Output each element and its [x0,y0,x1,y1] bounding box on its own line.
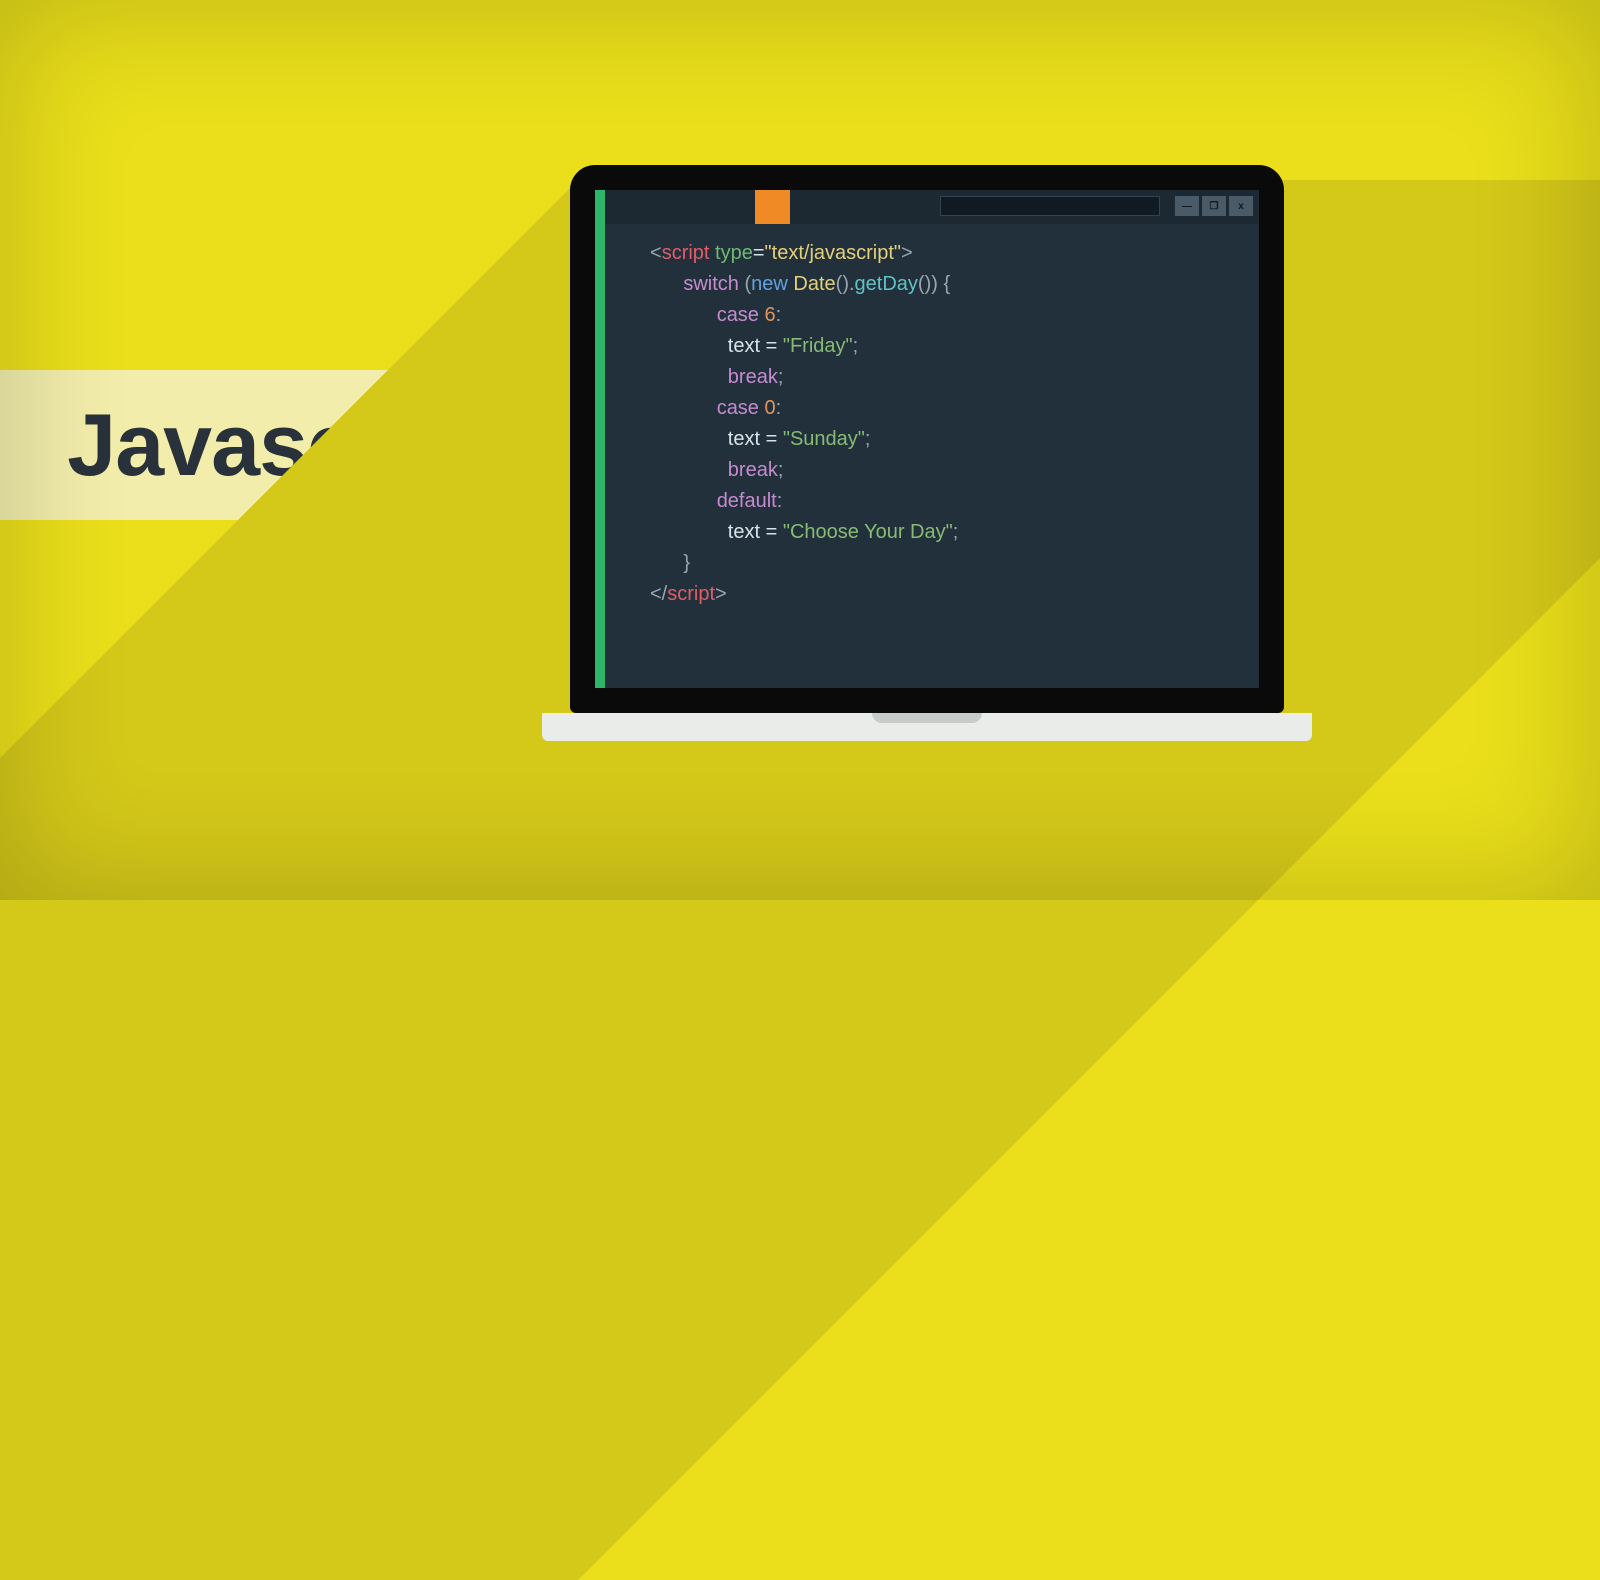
editor-screen: — ❐ x <script type="text/javascript"> sw… [595,190,1259,688]
maximize-button[interactable]: ❐ [1202,196,1226,216]
address-bar[interactable] [940,196,1160,216]
tab-marker-active [595,190,605,224]
laptop: — ❐ x <script type="text/javascript"> sw… [570,165,1340,741]
laptop-base [542,713,1312,741]
laptop-bezel: — ❐ x <script type="text/javascript"> sw… [570,165,1284,713]
tab-marker-modified [755,190,790,224]
minimize-button[interactable]: — [1175,196,1199,216]
code-content: <script type="text/javascript"> switch (… [650,238,958,610]
close-button[interactable]: x [1229,196,1253,216]
laptop-notch [872,713,982,723]
editor-topbar: — ❐ x [595,190,1259,224]
window-controls: — ❐ x [1175,196,1253,216]
editor-gutter [595,224,605,688]
